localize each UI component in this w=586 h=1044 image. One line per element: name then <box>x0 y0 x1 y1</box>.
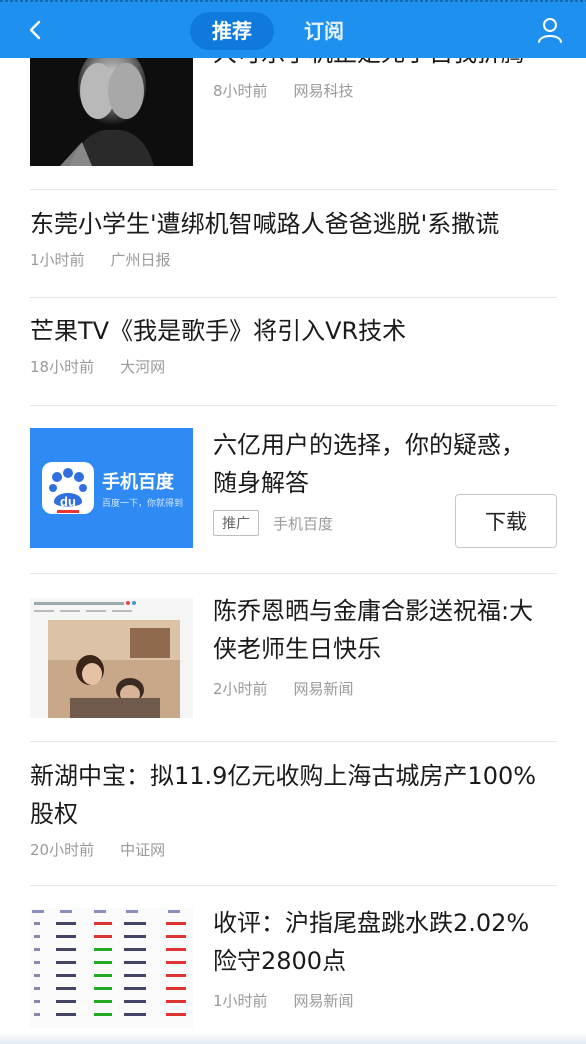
news-time: 1小时前 <box>213 992 268 1010</box>
weibo-photo-image <box>30 598 193 718</box>
news-source: 广州日报 <box>110 251 171 269</box>
top-nav-bar: 推荐 订阅 <box>0 0 586 58</box>
news-time: 8小时前 <box>213 82 268 100</box>
news-title-line2: 侠老师生日快乐 <box>213 635 381 663</box>
back-button[interactable] <box>20 14 52 46</box>
baidu-logo-text: du <box>60 494 76 509</box>
chevron-left-icon <box>29 20 41 40</box>
ad-thumbnail: du 手机百度 百度一下，你就得到 <box>30 428 193 548</box>
news-title-line2: 股权 <box>30 800 78 828</box>
ad-title-line1: 六亿用户的选择，你的疑惑， <box>213 431 525 459</box>
ad-thumb-app-name: 手机百度 <box>102 472 174 493</box>
news-item[interactable]: 芒果TV《我是歌手》将引入VR技术 18小时前 大河网 <box>30 298 557 406</box>
ad-thumb-slogan: 百度一下，你就得到 <box>102 499 184 509</box>
news-source: 大河网 <box>120 358 166 376</box>
news-item[interactable]: 东莞小学生'遭绑机智喊路人爸爸逃脱'系撒谎 1小时前 广州日报 <box>30 190 557 298</box>
tab-recommend[interactable]: 推荐 <box>190 12 274 50</box>
news-title-line1: 陈乔恩晒与金庸合影送祝福:大 <box>213 597 534 625</box>
ad-item[interactable]: du 手机百度 百度一下，你就得到 六亿用户的选择，你的疑惑， 随身解答 推广 … <box>30 406 557 574</box>
news-thumbnail <box>30 908 193 1028</box>
news-time: 1小时前 <box>30 251 85 269</box>
ad-badge: 推广 <box>213 510 259 536</box>
bottom-edge-shadow <box>0 1032 586 1044</box>
news-thumbnail <box>30 46 193 166</box>
status-strip <box>0 0 586 2</box>
news-source: 网易新闻 <box>293 992 354 1010</box>
baidu-paw-icon: du <box>42 462 94 514</box>
news-item[interactable]: 收评：沪指尾盘跳水跌2.02% 险守2800点 1小时前 网易新闻 <box>30 886 557 1044</box>
news-time: 20小时前 <box>30 841 95 859</box>
tab-bar: 推荐 订阅 <box>190 12 366 50</box>
news-title-line2: 险守2800点 <box>213 947 347 975</box>
news-title: 芒果TV《我是歌手》将引入VR技术 <box>30 317 407 345</box>
news-item[interactable]: 陈乔恩晒与金庸合影送祝福:大 侠老师生日快乐 2小时前 网易新闻 <box>30 574 557 742</box>
news-item[interactable]: 新湖中宝：拟11.9亿元收购上海古城房产100% 股权 20小时前 中证网 <box>30 742 557 886</box>
ad-source: 手机百度 <box>273 514 334 533</box>
man-covering-face-image <box>30 46 193 166</box>
news-source: 网易科技 <box>293 82 354 100</box>
download-button[interactable]: 下载 <box>455 494 557 548</box>
tab-subscribe[interactable]: 订阅 <box>282 12 366 50</box>
news-thumbnail <box>30 598 193 718</box>
news-title-line1: 收评：沪指尾盘跳水跌2.02% <box>213 909 530 937</box>
news-title: 东莞小学生'遭绑机智喊路人爸爸逃脱'系撒谎 <box>30 210 500 238</box>
user-button[interactable] <box>534 14 566 46</box>
news-time: 18小时前 <box>30 358 95 376</box>
news-source: 中证网 <box>120 841 166 859</box>
user-icon <box>538 18 562 43</box>
stock-table-image <box>30 908 193 1028</box>
news-source: 网易新闻 <box>293 680 354 698</box>
news-title-line1: 新湖中宝：拟11.9亿元收购上海古城房产100% <box>30 762 537 790</box>
news-time: 2小时前 <box>213 680 268 698</box>
